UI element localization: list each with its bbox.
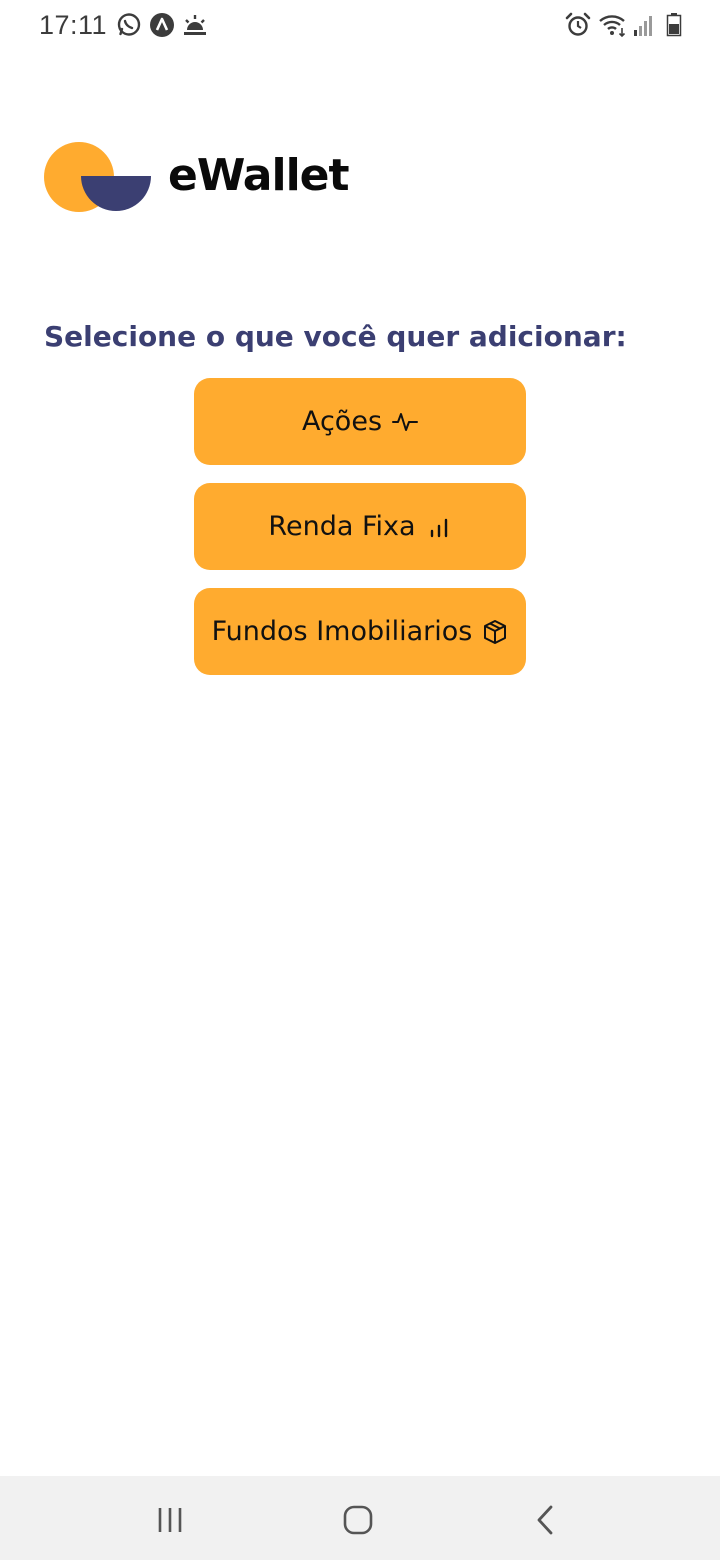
option-label: Fundos Imobiliarios [211,616,473,647]
weather-sunrise-icon [181,12,209,43]
battery-icon [666,12,682,43]
app-logo [44,142,152,212]
status-bar: 17:11 [0,0,720,54]
screen: 17:11 eWallet Selecione o que você quer … [0,0,720,1560]
signal-icon [632,12,654,43]
option-renda-fixa-button[interactable]: Renda Fixa [194,483,526,570]
navigation-icon [149,12,175,43]
back-icon[interactable] [526,1500,566,1540]
option-label: Renda Fixa [268,511,416,542]
option-fundos-imobiliarios-button[interactable]: Fundos Imobiliarios [194,588,526,675]
whatsapp-icon [116,12,142,43]
status-time: 17:11 [39,10,108,40]
app-brand-name: eWallet [168,150,350,201]
system-nav-bar [0,1476,720,1560]
alarm-icon [565,12,591,43]
bar-chart-icon [426,514,452,540]
activity-icon [392,409,419,435]
section-prompt: Selecione o que você quer adicionar: [44,320,627,353]
box-icon [482,619,508,645]
recent-apps-icon[interactable] [150,1500,190,1540]
option-acoes-button[interactable]: Ações [194,378,526,465]
wifi-icon [598,12,628,43]
option-label: Ações [301,406,383,437]
home-icon[interactable] [338,1500,378,1540]
